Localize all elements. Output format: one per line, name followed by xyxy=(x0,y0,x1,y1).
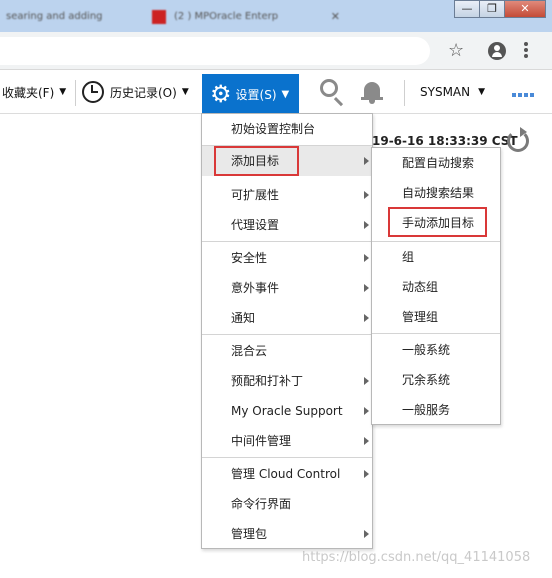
menu-item-notifications[interactable]: 通知 xyxy=(202,303,372,333)
bell-icon[interactable] xyxy=(361,80,383,104)
user-label: SYSMAN xyxy=(420,85,471,99)
settings-dropdown-menu: 初始设置控制台 添加目标 可扩展性 代理设置 安全性 意外事件 通知 混合云 预… xyxy=(201,113,373,549)
menu-item-management-packs[interactable]: 管理包 xyxy=(202,519,372,549)
close-window-button[interactable]: ✕ xyxy=(504,0,546,18)
app-toolbar: 收藏夹(F) ▼ 历史记录(O) ▼ ⚙ 设置(S) ▼ SYSMAN ▼ xyxy=(0,70,552,114)
menu-item-incidents[interactable]: 意外事件 xyxy=(202,273,372,303)
menu-item-security[interactable]: 安全性 xyxy=(202,243,372,273)
submenu-item-generic-system[interactable]: 一般系统 xyxy=(372,335,500,365)
menu-item-my-oracle-support[interactable]: My Oracle Support xyxy=(202,396,372,426)
history-menu[interactable]: 历史记录(O) ▼ xyxy=(82,70,189,114)
submenu-item-admin-group[interactable]: 管理组 xyxy=(372,302,500,332)
settings-menu-button[interactable]: ⚙ 设置(S) ▼ xyxy=(202,74,299,114)
menu-item-agent-settings[interactable]: 代理设置 xyxy=(202,210,372,240)
submenu-item-group[interactable]: 组 xyxy=(372,242,500,272)
menu-item-initial-setup-console[interactable]: 初始设置控制台 xyxy=(202,114,372,144)
history-label: 历史记录(O) xyxy=(110,85,177,100)
account-icon[interactable] xyxy=(488,42,506,60)
annotation-box-add-targets-manually xyxy=(388,207,487,237)
restore-button[interactable]: ❐ xyxy=(479,0,505,18)
bookmark-star-icon[interactable]: ☆ xyxy=(448,40,464,61)
gear-icon: ⚙ xyxy=(210,80,232,108)
window-controls: — ❐ ✕ xyxy=(454,0,546,20)
address-bar[interactable] xyxy=(0,37,430,65)
user-menu[interactable]: SYSMAN ▼ xyxy=(420,70,485,114)
menu-item-provisioning-patching[interactable]: 预配和打补丁 xyxy=(202,366,372,396)
search-icon[interactable] xyxy=(320,79,338,97)
submenu-arrow-icon xyxy=(364,377,369,385)
favorites-menu[interactable]: 收藏夹(F) ▼ xyxy=(2,70,66,114)
browser-menu-icon[interactable] xyxy=(524,42,528,58)
submenu-arrow-icon xyxy=(364,314,369,322)
more-icon[interactable] xyxy=(512,93,534,97)
submenu-arrow-icon xyxy=(364,530,369,538)
settings-label: 设置(S) xyxy=(235,87,277,102)
submenu-arrow-icon xyxy=(364,191,369,199)
menu-item-command-line-interface[interactable]: 命令行界面 xyxy=(202,489,372,519)
submenu-arrow-icon xyxy=(364,470,369,478)
add-target-submenu: 配置自动搜索 自动搜索结果 手动添加目标 组 动态组 管理组 一般系统 冗余系统… xyxy=(371,147,501,425)
toolbar-divider xyxy=(75,80,76,106)
caret-down-icon: ▼ xyxy=(59,87,67,97)
menu-divider xyxy=(202,241,372,242)
submenu-arrow-icon xyxy=(364,437,369,445)
favorites-label: 收藏夹(F) xyxy=(2,85,55,100)
menu-item-manage-cloud-control[interactable]: 管理 Cloud Control xyxy=(202,459,372,489)
submenu-arrow-icon xyxy=(364,284,369,292)
submenu-arrow-icon xyxy=(364,254,369,262)
submenu-item-redundancy-system[interactable]: 冗余系统 xyxy=(372,365,500,395)
caret-down-icon: ▼ xyxy=(281,88,290,100)
last-refresh-timestamp: 19-6-16 18:33:39 CST xyxy=(372,134,518,148)
submenu-arrow-icon xyxy=(364,157,369,165)
minimize-button[interactable]: — xyxy=(454,0,480,18)
oracle-favicon-icon xyxy=(152,10,166,24)
menu-item-hybrid-cloud[interactable]: 混合云 xyxy=(202,336,372,366)
submenu-item-auto-discovery-results[interactable]: 自动搜索结果 xyxy=(372,178,500,208)
menu-item-middleware-management[interactable]: 中间件管理 xyxy=(202,426,372,456)
submenu-arrow-icon xyxy=(364,407,369,415)
menu-divider xyxy=(202,457,372,458)
annotation-box-add-target xyxy=(214,146,299,176)
menu-divider xyxy=(372,333,500,334)
browser-tab-label: searing and adding xyxy=(6,11,103,22)
refresh-icon[interactable] xyxy=(507,127,529,152)
caret-down-icon: ▼ xyxy=(478,87,486,97)
submenu-item-dynamic-group[interactable]: 动态组 xyxy=(372,272,500,302)
watermark: https://blog.csdn.net/qq_41141058 xyxy=(302,550,531,565)
menu-item-extensibility[interactable]: 可扩展性 xyxy=(202,180,372,210)
submenu-item-configure-auto-discovery[interactable]: 配置自动搜索 xyxy=(372,148,500,178)
submenu-arrow-icon xyxy=(364,221,369,229)
toolbar-divider xyxy=(404,80,405,106)
browser-tab-active[interactable]: (2 ) MPOracle Enterp ✕ xyxy=(146,4,346,30)
browser-tab[interactable]: searing and adding xyxy=(0,4,140,30)
submenu-item-generic-service[interactable]: 一般服务 xyxy=(372,395,500,425)
browser-tab-strip: searing and adding (2 ) MPOracle Enterp … xyxy=(0,0,552,32)
caret-down-icon: ▼ xyxy=(181,87,189,97)
browser-address-row xyxy=(0,32,552,70)
browser-tab-label: (2 ) MPOracle Enterp xyxy=(174,11,279,22)
clock-icon xyxy=(82,81,104,103)
close-tab-icon[interactable]: ✕ xyxy=(331,10,340,23)
menu-divider xyxy=(202,334,372,335)
